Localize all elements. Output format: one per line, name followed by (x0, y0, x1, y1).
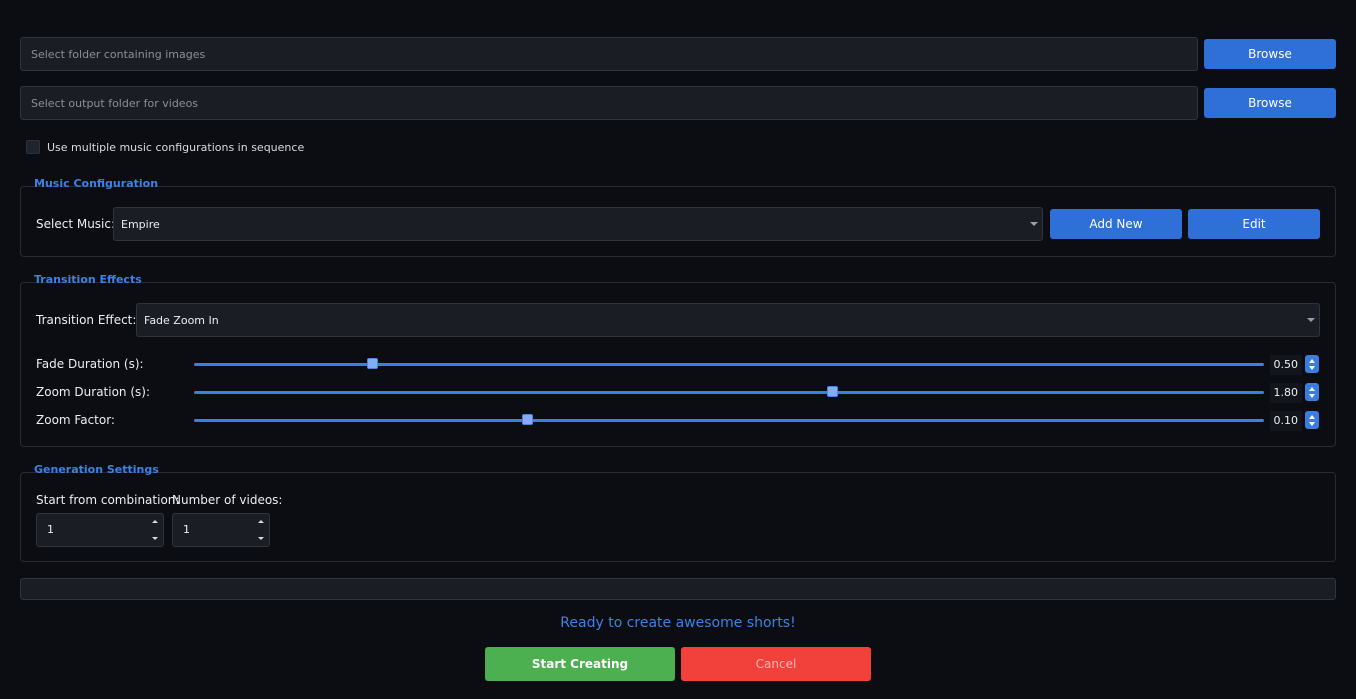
zoom-duration-value[interactable]: 1.80 (1270, 383, 1302, 403)
transition-effect-select[interactable]: Fade Zoom In (136, 303, 1320, 337)
arrow-up-icon[interactable] (1309, 386, 1315, 391)
zoom-factor-value[interactable]: 0.10 (1270, 411, 1302, 431)
arrow-down-icon[interactable] (1309, 365, 1315, 370)
zoom-factor-label: Zoom Factor: (36, 413, 115, 427)
arrow-up-icon[interactable] (152, 520, 158, 523)
transition-effect-label: Transition Effect: (36, 313, 137, 327)
zoom-factor-handle[interactable] (522, 414, 534, 425)
browse-images-button[interactable]: Browse (1204, 39, 1336, 69)
zoom-factor-slider[interactable] (194, 419, 1264, 422)
select-music-label: Select Music: (36, 217, 116, 231)
output-folder-input[interactable] (20, 86, 1198, 120)
start-combination-stepper[interactable] (146, 513, 164, 547)
arrow-down-icon[interactable] (1309, 421, 1315, 426)
edit-music-button[interactable]: Edit (1188, 209, 1320, 239)
multi-music-option[interactable]: Use multiple music configurations in seq… (26, 140, 304, 154)
zoom-factor-stepper[interactable] (1305, 411, 1319, 429)
multi-music-label: Use multiple music configurations in seq… (47, 140, 305, 154)
zoom-duration-handle[interactable] (827, 386, 839, 397)
music-configuration-title: Music Configuration (34, 177, 159, 190)
fade-duration-label: Fade Duration (s): (36, 357, 144, 371)
transition-effects-title: Transition Effects (34, 273, 142, 286)
add-music-button[interactable]: Add New (1050, 209, 1182, 239)
arrow-up-icon[interactable] (1309, 414, 1315, 419)
progress-bar (20, 578, 1336, 600)
generation-settings-title: Generation Settings (34, 463, 159, 476)
chevron-down-icon (1030, 222, 1038, 226)
fade-duration-slider[interactable] (194, 363, 1264, 366)
images-folder-input[interactable] (20, 37, 1198, 71)
arrow-down-icon[interactable] (152, 537, 158, 540)
transition-effect-value: Fade Zoom In (144, 313, 219, 327)
status-text: Ready to create awesome shorts! (560, 615, 796, 631)
fade-duration-value[interactable]: 0.50 (1270, 355, 1302, 375)
start-combination-input[interactable]: 1 (36, 513, 164, 547)
music-select[interactable]: Empire (113, 207, 1043, 241)
arrow-down-icon[interactable] (258, 537, 264, 540)
arrow-down-icon[interactable] (1309, 393, 1315, 398)
multi-music-checkbox[interactable] (26, 140, 40, 154)
number-of-videos-stepper[interactable] (252, 513, 270, 547)
arrow-up-icon[interactable] (258, 520, 264, 523)
arrow-up-icon[interactable] (1309, 358, 1315, 363)
fade-duration-stepper[interactable] (1305, 355, 1319, 373)
zoom-duration-slider[interactable] (194, 391, 1264, 394)
fade-duration-handle[interactable] (367, 358, 379, 369)
start-creating-button[interactable]: Start Creating (485, 647, 675, 681)
zoom-duration-label: Zoom Duration (s): (36, 385, 150, 399)
music-select-value: Empire (121, 217, 160, 231)
browse-output-button[interactable]: Browse (1204, 88, 1336, 118)
cancel-button[interactable]: Cancel (681, 647, 871, 681)
zoom-duration-stepper[interactable] (1305, 383, 1319, 401)
chevron-down-icon (1307, 318, 1315, 322)
number-of-videos-label: Number of videos: (172, 493, 283, 507)
start-combination-label: Start from combination: (36, 493, 180, 507)
